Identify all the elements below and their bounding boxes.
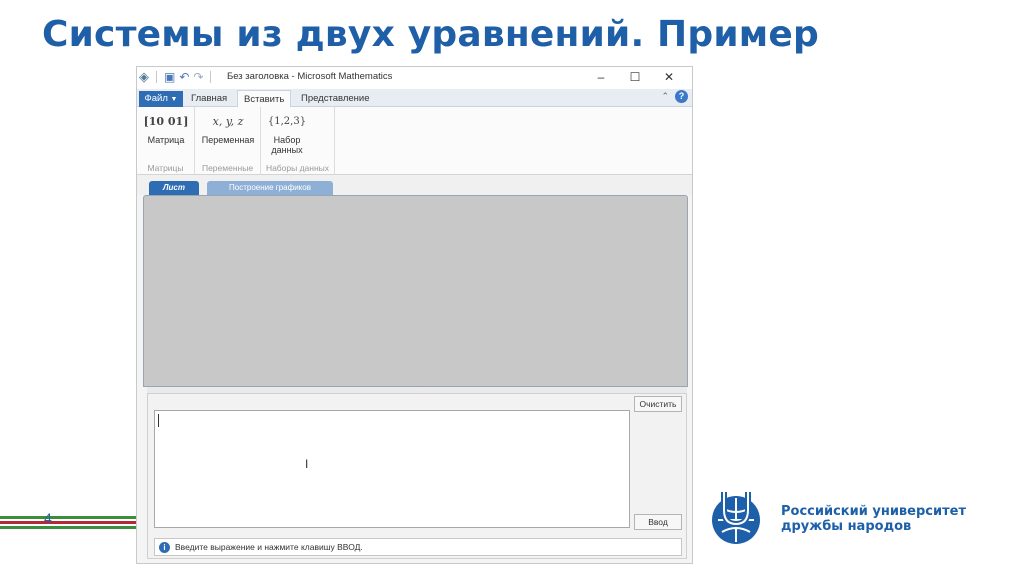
group-label-variables: Переменные [201, 163, 254, 173]
tab-view[interactable]: Представление [301, 93, 370, 104]
dropdown-arrow-icon: ▼ [170, 96, 178, 103]
ribbon-group-datasets: {1,2,3} Набор данных Наборы данных [261, 107, 335, 175]
university-name: Российский университет дружбы народов [781, 504, 966, 534]
worksheet-area[interactable] [143, 195, 688, 387]
page-number: 4 [44, 510, 52, 526]
ribbon-group-matrices: [10 01] Матрица Матрицы [137, 107, 195, 175]
stripe-green [0, 526, 136, 529]
enter-button[interactable]: Ввод [634, 514, 682, 530]
document-tabs: Лист Построение графиков [137, 175, 692, 195]
matrix-button-label: Матрица [147, 135, 185, 145]
collapse-ribbon-icon[interactable]: ⌃ [661, 91, 669, 102]
separator [210, 71, 212, 83]
dataset-button-label-line2: данных [271, 145, 303, 155]
variable-button[interactable]: x, y, z Переменная [199, 109, 257, 145]
separator [156, 71, 157, 83]
i-beam-cursor-icon: I [305, 457, 309, 471]
window-controls: – ☐ ✕ [584, 69, 686, 85]
status-text: Введите выражение и нажмите клавишу ВВОД… [175, 542, 363, 552]
quick-access-toolbar: ◈ ▣ ↶ ↷ [139, 70, 214, 84]
university-name-line1: Российский университет [781, 504, 966, 519]
variable-icon: x, y, z [212, 115, 244, 128]
status-bar: i Введите выражение и нажмите клавишу ВВ… [154, 538, 682, 556]
stripe-green [0, 516, 136, 519]
variable-button-label: Переменная [201, 135, 255, 145]
maximize-button[interactable]: ☐ [618, 69, 652, 85]
splitter-grip-icon: ··· [415, 381, 424, 391]
university-name-line2: дружбы народов [781, 519, 912, 534]
redo-icon[interactable]: ↷ [193, 70, 203, 84]
expression-input[interactable]: I [154, 410, 630, 528]
file-menu-label: Файл [144, 93, 168, 104]
university-logo-icon [712, 492, 760, 544]
input-panel: I Очистить Ввод i Введите выражение и на… [147, 393, 687, 559]
tab-graphing[interactable]: Построение графиков [207, 181, 333, 195]
app-window: ◈ ▣ ↶ ↷ Без заголовка - Microsoft Mathem… [136, 66, 693, 564]
tab-home[interactable]: Главная [191, 93, 227, 104]
group-label-datasets: Наборы данных [265, 163, 330, 173]
dataset-button-label-line1: Набор [273, 135, 301, 145]
slide-title: Системы из двух уравнений. Пример [42, 14, 819, 55]
save-icon[interactable]: ▣ [164, 70, 175, 84]
tab-insert[interactable]: Вставить [237, 90, 292, 108]
app-logo-icon: ◈ [139, 69, 149, 84]
ribbon-right-controls: ⌃ ? [661, 90, 688, 103]
matrix-button[interactable]: [10 01] Матрица [143, 109, 189, 145]
minimize-button[interactable]: – [584, 69, 618, 85]
window-title: Без заголовка - Microsoft Mathematics [227, 71, 393, 82]
stripe-red [0, 521, 136, 524]
ribbon: [10 01] Матрица Матрицы x, y, z Переменн… [137, 107, 692, 175]
undo-icon[interactable]: ↶ [179, 70, 189, 84]
dataset-icon: {1,2,3} [267, 116, 307, 127]
group-label-matrices: Матрицы [147, 163, 184, 173]
ribbon-tab-row: Файл ▼ Главная Вставить Представление ⌃ … [137, 89, 692, 108]
tab-worksheet[interactable]: Лист [149, 181, 199, 195]
file-menu-button[interactable]: Файл ▼ [139, 91, 183, 107]
matrix-icon: [10 01] [143, 115, 189, 128]
text-caret [158, 414, 159, 427]
close-button[interactable]: ✕ [652, 69, 686, 85]
clear-button[interactable]: Очистить [634, 396, 682, 412]
info-icon: i [159, 542, 170, 553]
title-bar: ◈ ▣ ↶ ↷ Без заголовка - Microsoft Mathem… [137, 67, 692, 89]
dataset-button[interactable]: {1,2,3} Набор данных [265, 109, 309, 155]
decorative-stripes [0, 516, 136, 530]
ribbon-group-variables: x, y, z Переменная Переменные [195, 107, 261, 175]
help-icon[interactable]: ? [675, 90, 688, 103]
